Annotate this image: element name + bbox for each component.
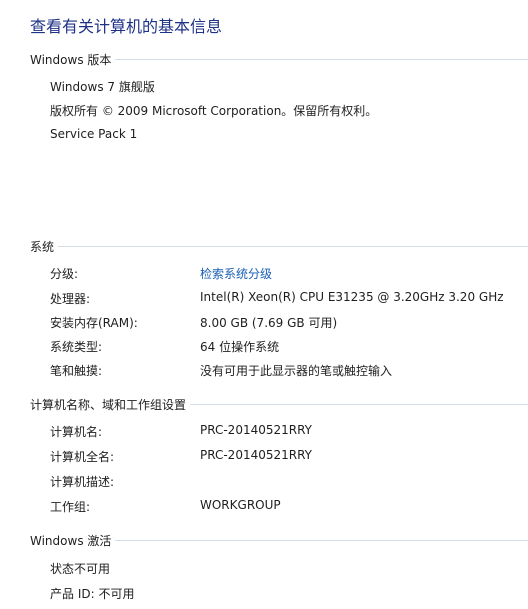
section-header-windows-edition: Windows 版本 (30, 51, 528, 68)
computer-name-label: 计算机名: (50, 425, 103, 439)
ram-label: 安装内存(RAM): (50, 316, 138, 330)
section-header-activation: Windows 激活 (30, 532, 528, 549)
system-row-ram: 安装内存(RAM): 8.00 GB (7.69 GB 可用) (50, 314, 528, 330)
pen-touch-label: 笔和触摸: (50, 364, 103, 378)
system-type-value: 64 位操作系统 (200, 340, 280, 354)
computer-description-label: 计算机描述: (50, 475, 115, 489)
computer-name-value: PRC-20140521RRY (200, 423, 313, 437)
processor-label: 处理器: (50, 292, 91, 306)
computer-row-name: 计算机名: PRC-20140521RRY (50, 423, 528, 439)
page-title: 查看有关计算机的基本信息 (30, 17, 223, 36)
retrieve-rating-link[interactable]: 检索系统分级 (200, 265, 272, 282)
product-id: 产品 ID: 不可用 (50, 587, 135, 601)
section-header-system: 系统 (30, 238, 528, 255)
system-row-pen-touch: 笔和触摸: 没有可用于此显示器的笔或触控输入 (50, 362, 528, 378)
windows-edition-name: Windows 7 旗舰版 (50, 80, 155, 94)
full-computer-name-value: PRC-20140521RRY (200, 448, 313, 462)
section-header-computer-name: 计算机名称、域和工作组设置 (30, 396, 528, 413)
computer-row-description: 计算机描述: (50, 473, 528, 489)
system-row-processor: 处理器: Intel(R) Xeon(R) CPU E31235 @ 3.20G… (50, 290, 528, 306)
pen-touch-value: 没有可用于此显示器的笔或触控输入 (200, 364, 393, 378)
system-row-type: 系统类型: 64 位操作系统 (50, 338, 528, 354)
section-title-windows-edition: Windows 版本 (30, 51, 116, 68)
ram-value: 8.00 GB (7.69 GB 可用) (200, 316, 338, 330)
computer-row-workgroup: 工作组: WORKGROUP (50, 498, 528, 514)
workgroup-value: WORKGROUP (200, 498, 281, 512)
section-title-activation: Windows 激活 (30, 532, 116, 549)
copyright-text: 版权所有 © 2009 Microsoft Corporation。保留所有权利… (50, 104, 378, 118)
system-row-rating: 分级: 检索系统分级 (50, 265, 528, 281)
section-title-system: 系统 (30, 238, 59, 255)
service-pack-text: Service Pack 1 (50, 127, 138, 141)
rating-label: 分级: (50, 267, 79, 281)
section-divider (30, 246, 528, 247)
section-title-computer-name: 计算机名称、域和工作组设置 (30, 396, 191, 413)
full-computer-name-label: 计算机全名: (50, 450, 115, 464)
workgroup-label: 工作组: (50, 500, 91, 514)
activation-status: 状态不可用 (50, 562, 111, 576)
computer-row-full-name: 计算机全名: PRC-20140521RRY (50, 448, 528, 464)
processor-value: Intel(R) Xeon(R) CPU E31235 @ 3.20GHz 3.… (200, 290, 504, 304)
system-type-label: 系统类型: (50, 340, 103, 354)
